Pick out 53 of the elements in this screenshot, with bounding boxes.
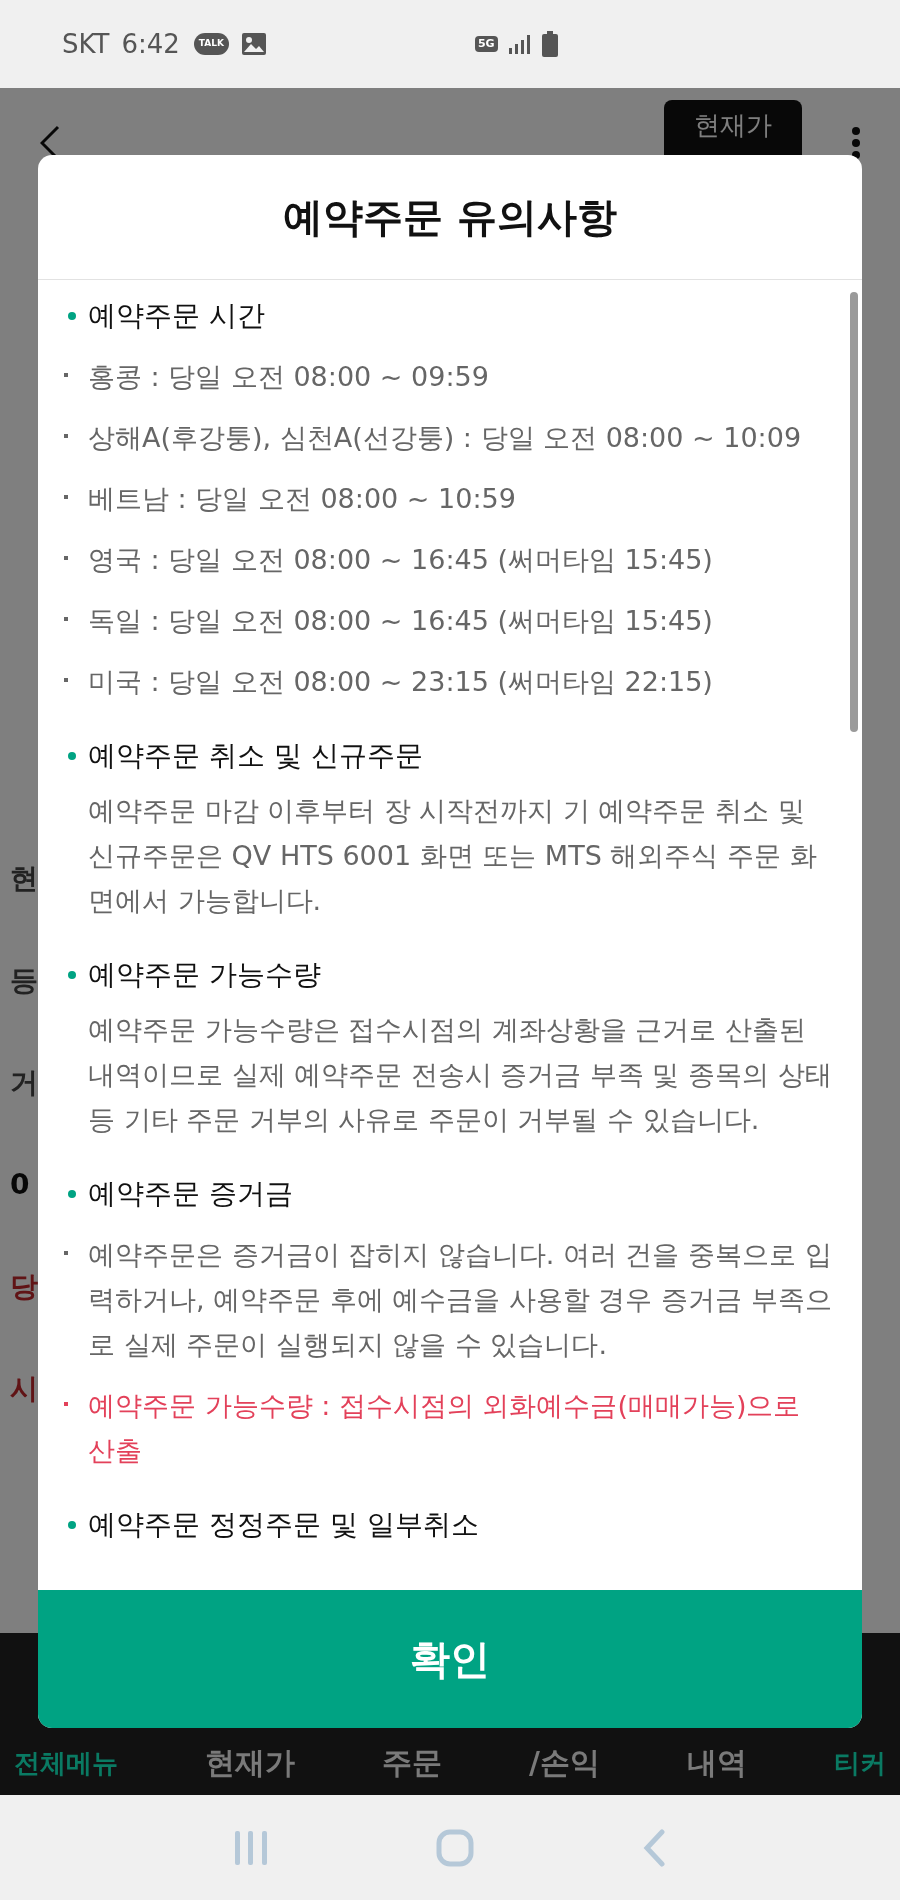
section-heading: 예약주문 정정주문 및 일부취소: [88, 1507, 479, 1543]
background-text: 0: [10, 1167, 31, 1203]
bullet-icon: [68, 971, 76, 979]
background-text: 거: [10, 1065, 39, 1101]
home-icon[interactable]: [436, 1828, 474, 1867]
section-heading: 예약주문 시간: [88, 298, 265, 334]
background-text: 시: [10, 1371, 39, 1407]
list-item: 베트남 : 당일 오전 08:00 ~ 10:59: [88, 482, 516, 516]
dialog-title: 예약주문 유의사항: [283, 193, 617, 242]
nav-tab[interactable]: 티커: [833, 1745, 886, 1781]
nav-tab[interactable]: 내역: [686, 1745, 747, 1781]
list-item: 홍콩 : 당일 오전 08:00 ~ 09:59: [88, 360, 489, 394]
signal-icon: [507, 33, 530, 55]
paragraph: 예약주문 가능수량은 접수시점의 계좌상황을 근거로 산출된 내역이므로 실제 예약주문 전송시 증거금 부족 및 종목의 상태 등 기타 주문 거부의 사유로 주문이 거부될 수 있습니다.: [87, 1013, 833, 1137]
battery-icon: [541, 31, 558, 57]
bullet-icon: [68, 752, 76, 760]
bullet-icon: [64, 678, 68, 682]
bullet-icon: [68, 1190, 76, 1198]
bullet-icon: [64, 1402, 68, 1406]
scrollbar-icon: [850, 292, 858, 732]
list-item: 독일 : 당일 오전 08:00 ~ 16:45 (써머타임 15:45): [88, 604, 713, 638]
section-heading: 예약주문 취소 및 신규주문: [88, 738, 423, 774]
chat-bubble-icon: TALK: [193, 33, 229, 55]
image-icon: [240, 32, 267, 56]
bullet-icon: [64, 495, 68, 499]
background-text: 당: [10, 1269, 39, 1305]
background-text: 현: [10, 861, 39, 897]
list-item: 미국 : 당일 오전 08:00 ~ 23:15 (써머타임 22:15): [88, 665, 713, 699]
list-item: 예약주문은 증거금이 잡히지 않습니다. 여러 건을 중복으로 입력하거나, 예약주문 후에 예수금을 사용할 경우 증거금 부족으로 실제 주문이 실행되지 않을 수 있습니다.: [88, 1238, 832, 1362]
bullet-icon: [64, 617, 68, 621]
more-icon[interactable]: [852, 127, 860, 159]
nav-tab[interactable]: 현재가: [205, 1745, 295, 1781]
confirm-button[interactable]: 확인: [38, 1590, 862, 1728]
list-item: 영국 : 당일 오전 08:00 ~ 16:45 (써머타임 15:45): [88, 543, 713, 577]
bullet-icon: [68, 312, 76, 320]
bullet-icon: [64, 434, 68, 438]
nav-tab[interactable]: /손익: [529, 1745, 600, 1781]
network-text: 5G: [474, 35, 498, 53]
list-item: 상해A(후강퉁), 심천A(선강퉁) : 당일 오전 08:00 ~ 10:09: [88, 421, 802, 455]
bullet-icon: [64, 1251, 68, 1255]
section-heading: 예약주문 증거금: [88, 1176, 293, 1212]
paragraph: 예약주문 마감 이후부터 장 시작전까지 기 예약주문 취소 및 신규주문은 QV HTS 6001 화면 또는 MTS 해외주식 주문 화면에서 가능합니다.: [87, 794, 818, 918]
clock-text: 6:42: [121, 27, 180, 61]
nav-tab[interactable]: 전체메뉴: [14, 1745, 118, 1781]
bullet-icon: [64, 373, 68, 377]
carrier-text: SKT: [62, 27, 110, 61]
bullet-icon: [68, 1521, 76, 1529]
background-text: 등: [10, 963, 39, 999]
bullet-icon: [64, 556, 68, 560]
nav-tab[interactable]: 주문: [382, 1745, 442, 1781]
warning-text: 예약주문 가능수량 : 접수시점의 외화예수금(매매가능)으로 산출: [88, 1389, 802, 1468]
recent-apps-icon[interactable]: [234, 1829, 268, 1866]
section-heading: 예약주문 가능수량: [88, 957, 321, 993]
